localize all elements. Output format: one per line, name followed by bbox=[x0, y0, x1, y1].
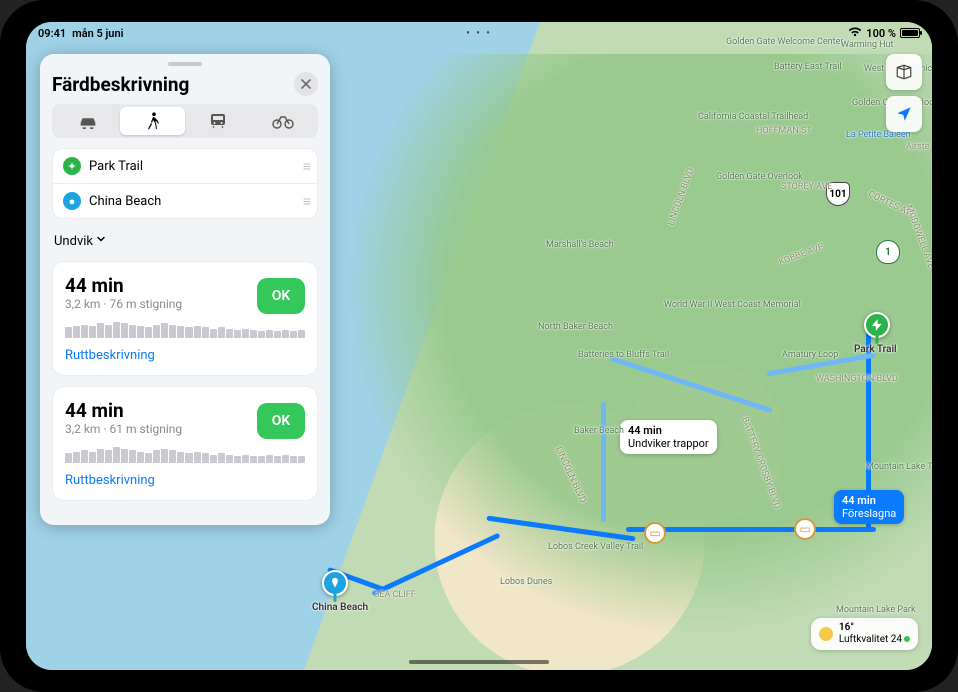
reorder-handle-icon[interactable]: ≡ bbox=[303, 193, 307, 210]
screen: 09:41 mån 5 juni • • • 100 % bbox=[26, 22, 932, 670]
route-alt-seg bbox=[601, 402, 606, 522]
status-date: mån 5 juni bbox=[72, 27, 123, 40]
road-label: HOFFMAN ST bbox=[756, 126, 812, 136]
elevation-sparkline bbox=[65, 447, 305, 463]
route-subtitle: 3,2 km · 61 m stigning bbox=[65, 422, 182, 436]
elevation-sparkline bbox=[65, 322, 305, 338]
panel-title: Färdbeskrivning bbox=[52, 73, 189, 96]
poi-label: Mountain Lake Park bbox=[836, 605, 916, 615]
route-callout-alt[interactable]: 44 min Undviker trappor bbox=[620, 420, 717, 454]
weather-aqi: Luftkvalitet 24 bbox=[839, 634, 910, 646]
road-label: STOREY AVE bbox=[781, 182, 832, 192]
status-time: 09:41 bbox=[38, 27, 66, 40]
end-dot-icon: ● bbox=[63, 192, 81, 210]
weather-temp: 16° bbox=[839, 622, 910, 634]
callout-time: 44 min bbox=[842, 494, 896, 507]
road-label: Airste bbox=[906, 142, 929, 152]
mode-cycling[interactable] bbox=[250, 107, 315, 135]
route-time: 44 min bbox=[65, 399, 182, 422]
wifi-icon bbox=[848, 27, 862, 40]
route-card[interactable]: 44 min 3,2 km · 76 m stigning OK Ruttbes… bbox=[52, 261, 318, 376]
weather-badge[interactable]: 16° Luftkvalitet 24 bbox=[811, 618, 918, 650]
avoid-label: Undvik bbox=[54, 234, 93, 249]
transport-mode-segmented bbox=[52, 104, 318, 138]
status-bar: 09:41 mån 5 juni • • • 100 % bbox=[26, 22, 932, 44]
directions-panel: Färdbeskrivning bbox=[40, 54, 330, 525]
layers-button[interactable] bbox=[886, 54, 922, 90]
home-indicator[interactable] bbox=[409, 660, 549, 664]
chevron-down-icon bbox=[95, 233, 107, 249]
pin-end-label: China Beach bbox=[312, 602, 368, 613]
shield-ca1: 1 bbox=[876, 240, 900, 264]
route-callout-primary[interactable]: 44 min Föreslagna bbox=[834, 490, 904, 524]
reorder-handle-icon[interactable]: ≡ bbox=[303, 158, 307, 175]
poi-label: North Baker Beach bbox=[538, 322, 613, 332]
battery-percent: 100 % bbox=[866, 27, 896, 40]
mode-transit[interactable] bbox=[185, 107, 250, 135]
waypoint-start-row[interactable]: ✦ Park Trail ≡ bbox=[53, 149, 317, 183]
sun-icon bbox=[819, 627, 833, 641]
route-time: 44 min bbox=[65, 274, 182, 297]
panel-grabber[interactable] bbox=[168, 62, 202, 66]
poi-label: Golden Gate Overlook bbox=[716, 172, 803, 182]
poi-label: Mountain Lake Trail bbox=[866, 462, 932, 472]
poi-label: Lobos Dunes bbox=[500, 577, 552, 587]
route-subtitle: 3,2 km · 76 m stigning bbox=[65, 297, 182, 311]
pin-start[interactable] bbox=[864, 312, 890, 338]
pin-end[interactable] bbox=[322, 570, 348, 596]
route-details-link[interactable]: Ruttbeskrivning bbox=[65, 348, 305, 363]
hazard-stairs-icon[interactable]: ▭ bbox=[794, 518, 816, 540]
poi-label: Batteries to Bluffs Trail bbox=[578, 350, 669, 360]
road-label: WASHINGTON BLVD bbox=[816, 374, 898, 384]
aqi-dot-icon bbox=[904, 636, 910, 642]
callout-sub: Undviker trappor bbox=[628, 437, 709, 450]
poi-label: California Coastal Trailhead bbox=[698, 112, 808, 122]
hazard-stairs-icon[interactable]: ▭ bbox=[644, 522, 666, 544]
waypoint-label: Park Trail bbox=[89, 159, 143, 174]
callout-time: 44 min bbox=[628, 424, 709, 437]
poi-label: Amatury Loop bbox=[782, 350, 838, 360]
locate-button[interactable] bbox=[886, 96, 922, 132]
avoid-dropdown[interactable]: Undvik bbox=[52, 229, 109, 261]
route-card[interactable]: 44 min 3,2 km · 61 m stigning OK Ruttbes… bbox=[52, 386, 318, 501]
route-details-link[interactable]: Ruttbeskrivning bbox=[65, 473, 305, 488]
close-button[interactable] bbox=[294, 72, 318, 96]
map-controls bbox=[886, 54, 922, 132]
battery-icon bbox=[900, 28, 920, 38]
poi-label: World War II West Coast Memorial bbox=[664, 300, 801, 310]
poi-label: Battery East Trail bbox=[774, 62, 842, 72]
go-button[interactable]: OK bbox=[257, 403, 305, 439]
pin-start-label: Park Trail bbox=[854, 344, 897, 355]
go-button[interactable]: OK bbox=[257, 278, 305, 314]
mode-driving[interactable] bbox=[55, 107, 120, 135]
poi-label: Lobos Creek Valley Trail bbox=[548, 542, 643, 552]
waypoint-end-row[interactable]: ● China Beach ≡ bbox=[53, 183, 317, 218]
callout-sub: Föreslagna bbox=[842, 507, 896, 520]
mode-walking[interactable] bbox=[120, 107, 185, 135]
device-bezel: 09:41 mån 5 juni • • • 100 % bbox=[0, 0, 958, 692]
start-dot-icon: ✦ bbox=[63, 157, 81, 175]
poi-label: Baker Beach bbox=[574, 426, 624, 436]
road-label: SEA CLIFF bbox=[374, 590, 416, 600]
waypoint-label: China Beach bbox=[89, 194, 161, 209]
poi-label: Marshall's Beach bbox=[546, 240, 614, 250]
multitask-dots[interactable]: • • • bbox=[466, 28, 492, 39]
waypoint-list: ✦ Park Trail ≡ ● China Beach ≡ bbox=[52, 148, 318, 219]
